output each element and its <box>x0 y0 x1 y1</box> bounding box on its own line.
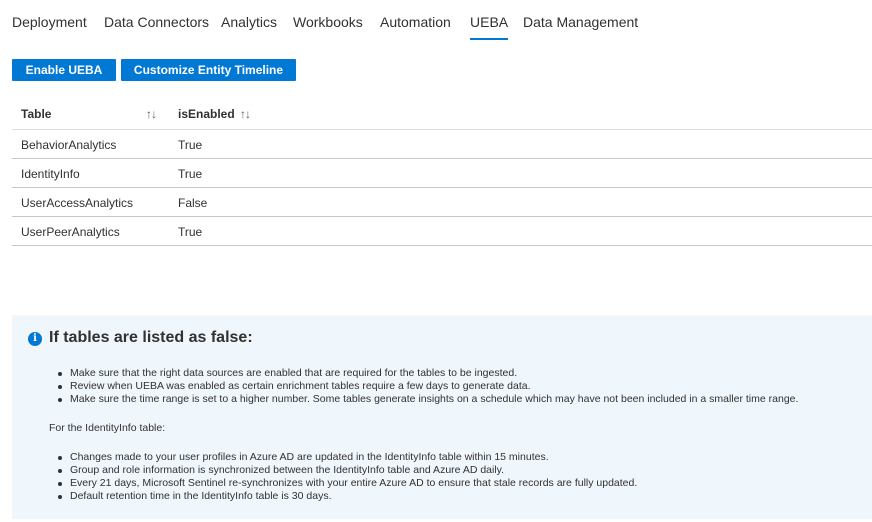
tab-data-management[interactable]: Data Management <box>523 14 638 30</box>
table-row[interactable]: UserPeerAnalytics True <box>12 217 872 246</box>
table-name-cell: UserAccessAnalytics <box>21 196 134 210</box>
list-item: Changes made to your user profiles in Az… <box>49 451 864 464</box>
list-item: Make sure the time range is set to a hig… <box>49 393 864 406</box>
identityinfo-heading: For the IdentityInfo table: <box>49 422 166 434</box>
sort-up-down-icon[interactable]: ↑↓ <box>146 107 157 121</box>
tab-automation[interactable]: Automation <box>380 14 451 30</box>
grid-header-row: Table ↑↓ isEnabled ↑↓ <box>12 100 872 130</box>
tab-workbooks[interactable]: Workbooks <box>293 14 363 30</box>
tab-bar: Deployment Data Connectors Analytics Wor… <box>0 0 872 40</box>
is-enabled-cell: True <box>178 167 203 181</box>
is-enabled-cell: False <box>178 196 208 210</box>
table-row[interactable]: UserAccessAnalytics False <box>12 188 872 217</box>
ueba-tables-grid: Table ↑↓ isEnabled ↑↓ BehaviorAnalytics … <box>12 100 872 246</box>
table-row[interactable]: IdentityInfo True <box>12 159 872 188</box>
tab-analytics[interactable]: Analytics <box>221 14 277 30</box>
identityinfo-list: Changes made to your user profiles in Az… <box>49 451 864 503</box>
is-enabled-cell: True <box>178 225 203 239</box>
list-item: Make sure that the right data sources ar… <box>49 367 864 380</box>
list-item: Review when UEBA was enabled as certain … <box>49 380 864 393</box>
tab-ueba[interactable]: UEBA <box>470 14 509 40</box>
list-item: Default retention time in the IdentityIn… <box>49 490 864 503</box>
info-icon: i <box>28 332 42 346</box>
tab-deployment[interactable]: Deployment <box>12 14 87 30</box>
table-name-cell: BehaviorAnalytics <box>21 138 117 152</box>
column-header-table[interactable]: Table <box>21 107 51 121</box>
column-header-isenabled[interactable]: isEnabled <box>178 107 235 121</box>
table-name-cell: UserPeerAnalytics <box>21 225 120 239</box>
info-title: If tables are listed as false: <box>49 329 253 346</box>
sort-up-down-icon[interactable]: ↑↓ <box>240 107 251 121</box>
tab-data-connectors[interactable]: Data Connectors <box>104 14 209 30</box>
list-item: Group and role information is synchroniz… <box>49 464 864 477</box>
table-name-cell: IdentityInfo <box>21 167 80 181</box>
table-row[interactable]: BehaviorAnalytics True <box>12 130 872 159</box>
enable-ueba-button[interactable]: Enable UEBA <box>12 59 116 81</box>
list-item: Every 21 days, Microsoft Sentinel re-syn… <box>49 477 864 490</box>
info-panel: i If tables are listed as false: Make su… <box>12 315 872 519</box>
customize-entity-timeline-button[interactable]: Customize Entity Timeline <box>121 59 296 81</box>
is-enabled-cell: True <box>178 138 203 152</box>
troubleshooting-list: Make sure that the right data sources ar… <box>49 367 864 406</box>
